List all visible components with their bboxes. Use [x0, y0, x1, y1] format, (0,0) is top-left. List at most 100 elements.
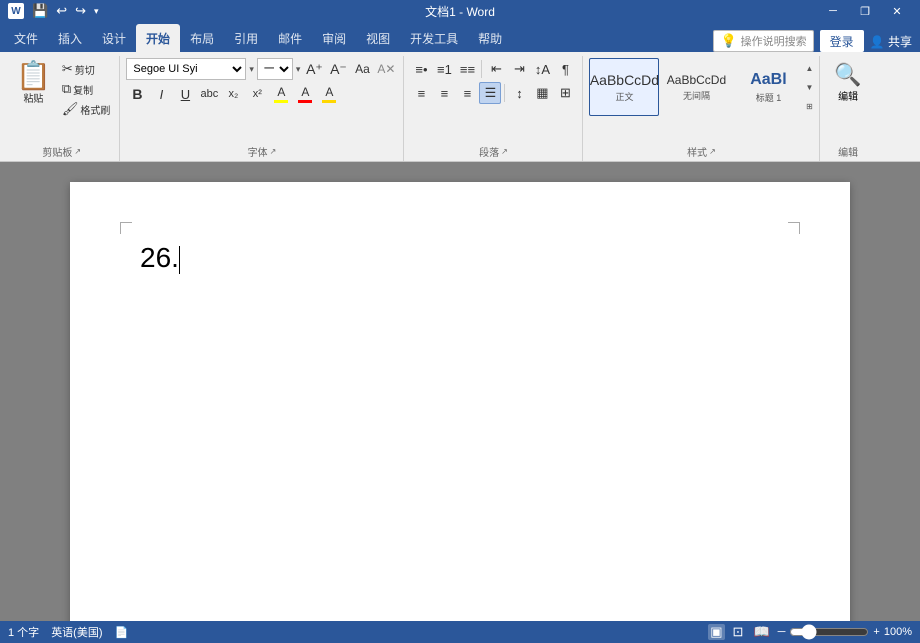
multilevel-btn[interactable]: ≡≡	[456, 58, 478, 80]
tab-design[interactable]: 设计	[92, 24, 136, 52]
style-heading1-label: 标题 1	[756, 91, 782, 104]
paragraph-expand-icon[interactable]: ↗	[501, 147, 508, 156]
font-size-dropdown[interactable]: ▾	[296, 64, 301, 75]
superscript-btn[interactable]: x²	[246, 83, 268, 105]
read-view-btn[interactable]: 📖	[751, 624, 771, 640]
strikethrough-btn[interactable]: abc	[198, 83, 220, 105]
styles-more-arrow[interactable]: ⊞	[805, 97, 813, 115]
decrease-indent-btn[interactable]: ⇤	[485, 58, 507, 80]
text-highlight-label: A	[325, 85, 333, 99]
sort-btn[interactable]: ↕A	[531, 58, 553, 80]
para-controls: ≡• ≡1 ≡≡ ⇤ ⇥ ↕A ¶ ≡ ≡ ≡ ☰ ↕ ▦	[410, 58, 576, 104]
copy-button[interactable]: ⧉ 复制	[59, 80, 114, 98]
help-search-icon: 💡	[720, 33, 736, 49]
document-page[interactable]: 26.	[70, 182, 850, 621]
text-highlight-btn[interactable]: A	[318, 83, 340, 105]
justify-btn[interactable]: ☰	[479, 82, 501, 104]
cut-icon: ✂	[62, 61, 73, 77]
web-view-btn[interactable]: ⊡	[731, 624, 746, 640]
decrease-font-btn[interactable]: A⁻	[327, 58, 349, 80]
bold-btn[interactable]: B	[126, 83, 148, 105]
person-icon: 👤	[870, 35, 885, 49]
font-size-select[interactable]: 一号	[257, 58, 293, 80]
macro-icon: 📄	[115, 626, 129, 639]
shading-btn[interactable]: ▦	[531, 82, 553, 104]
edit-icon: 🔍	[834, 62, 861, 88]
tab-home[interactable]: 开始	[136, 24, 180, 52]
tab-file[interactable]: 文件	[4, 24, 48, 52]
line-spacing-btn[interactable]: ↕	[508, 82, 530, 104]
close-btn[interactable]: ✕	[882, 0, 912, 22]
clipboard-expand-icon[interactable]: ↗	[74, 147, 81, 156]
paragraph-content: ≡• ≡1 ≡≡ ⇤ ⇥ ↕A ¶ ≡ ≡ ≡ ☰ ↕ ▦	[410, 58, 576, 142]
style-no-spacing-label: 无间隔	[683, 89, 710, 102]
clipboard-group: 📋 粘贴 ✂ 剪切 ⧉ 复制 🖌 格式刷 剪贴板 ↗	[4, 56, 120, 161]
document-text: 26.	[140, 242, 179, 273]
edit-group: 🔍 编辑 编辑	[820, 56, 875, 161]
para-row2: ≡ ≡ ≡ ☰ ↕ ▦ ⊞	[410, 82, 576, 104]
style-heading1[interactable]: AaBl 标题 1	[733, 58, 803, 116]
change-case-btn[interactable]: Aa	[351, 58, 373, 80]
increase-indent-btn[interactable]: ⇥	[508, 58, 530, 80]
paste-button[interactable]: 📋 粘贴	[10, 58, 57, 109]
tab-review[interactable]: 审阅	[312, 24, 356, 52]
document-area[interactable]: 26.	[0, 162, 920, 621]
minimize-btn[interactable]: ─	[818, 0, 848, 22]
restore-btn[interactable]: ❐	[850, 0, 880, 22]
style-normal-label: 正文	[615, 90, 633, 103]
center-btn[interactable]: ≡	[433, 82, 455, 104]
subscript-btn[interactable]: x₂	[222, 83, 244, 105]
cut-button[interactable]: ✂ 剪切	[59, 60, 114, 78]
styles-scroll: ▲ ▼ ⊞	[805, 59, 813, 115]
borders-btn[interactable]: ⊞	[554, 82, 576, 104]
share-button[interactable]: 👤 共享	[870, 33, 912, 50]
ribbon-tabs-right: 💡 操作说明搜索 登录 👤 共享	[713, 30, 920, 52]
tab-developer[interactable]: 开发工具	[400, 24, 468, 52]
format-painter-button[interactable]: 🖌 格式刷	[59, 100, 114, 118]
help-search-label: 操作说明搜索	[741, 33, 807, 49]
clear-format-btn[interactable]: A✕	[375, 58, 397, 80]
increase-font-btn[interactable]: A⁺	[303, 58, 325, 80]
styles-up-arrow[interactable]: ▲	[805, 59, 813, 77]
tab-references[interactable]: 引用	[224, 24, 268, 52]
redo-quick-btn[interactable]: ↪	[73, 3, 88, 19]
numbering-btn[interactable]: ≡1	[433, 58, 455, 80]
style-normal[interactable]: AaBbCcDd 正文	[589, 58, 659, 116]
tab-mailings[interactable]: 邮件	[268, 24, 312, 52]
font-expand-icon[interactable]: ↗	[270, 147, 277, 156]
document-content[interactable]: 26.	[140, 242, 780, 274]
style-no-spacing[interactable]: AaBbCcDd 无间隔	[661, 58, 731, 116]
print-view-btn[interactable]: ▣	[708, 624, 724, 640]
tab-insert[interactable]: 插入	[48, 24, 92, 52]
text-highlight-bar	[322, 100, 336, 103]
cut-label: 剪切	[75, 62, 95, 77]
tab-view[interactable]: 视图	[356, 24, 400, 52]
edit-button[interactable]: 🔍 编辑	[826, 58, 869, 107]
zoom-in-btn[interactable]: +	[873, 626, 879, 638]
bullets-btn[interactable]: ≡•	[410, 58, 432, 80]
format-painter-icon: 🖌	[62, 101, 79, 117]
qa-dropdown-btn[interactable]: ▾	[92, 6, 101, 17]
font-color-btn[interactable]: A	[294, 83, 316, 105]
styles-down-arrow[interactable]: ▼	[805, 78, 813, 96]
show-hide-btn[interactable]: ¶	[554, 58, 576, 80]
undo-quick-btn[interactable]: ↩	[54, 3, 69, 19]
font-family-select[interactable]: Segoe UI Syi	[126, 58, 246, 80]
para-divider2	[504, 84, 505, 102]
help-search-box[interactable]: 💡 操作说明搜索	[713, 30, 813, 52]
save-quick-btn[interactable]: 💾	[30, 3, 50, 19]
zoom-out-btn[interactable]: ─	[778, 626, 786, 638]
underline-btn[interactable]: U	[174, 83, 196, 105]
align-right-btn[interactable]: ≡	[456, 82, 478, 104]
highlight-color-bar	[274, 100, 288, 103]
font-name-dropdown[interactable]: ▾	[249, 64, 254, 75]
paragraph-label: 段落 ↗	[410, 142, 576, 161]
align-left-btn[interactable]: ≡	[410, 82, 432, 104]
tab-layout[interactable]: 布局	[180, 24, 224, 52]
tab-help[interactable]: 帮助	[468, 24, 512, 52]
styles-expand-icon[interactable]: ↗	[709, 147, 716, 156]
zoom-slider[interactable]	[789, 624, 869, 640]
login-button[interactable]: 登录	[820, 30, 864, 52]
italic-btn[interactable]: I	[150, 83, 172, 105]
highlight-color-btn[interactable]: A	[270, 83, 292, 105]
